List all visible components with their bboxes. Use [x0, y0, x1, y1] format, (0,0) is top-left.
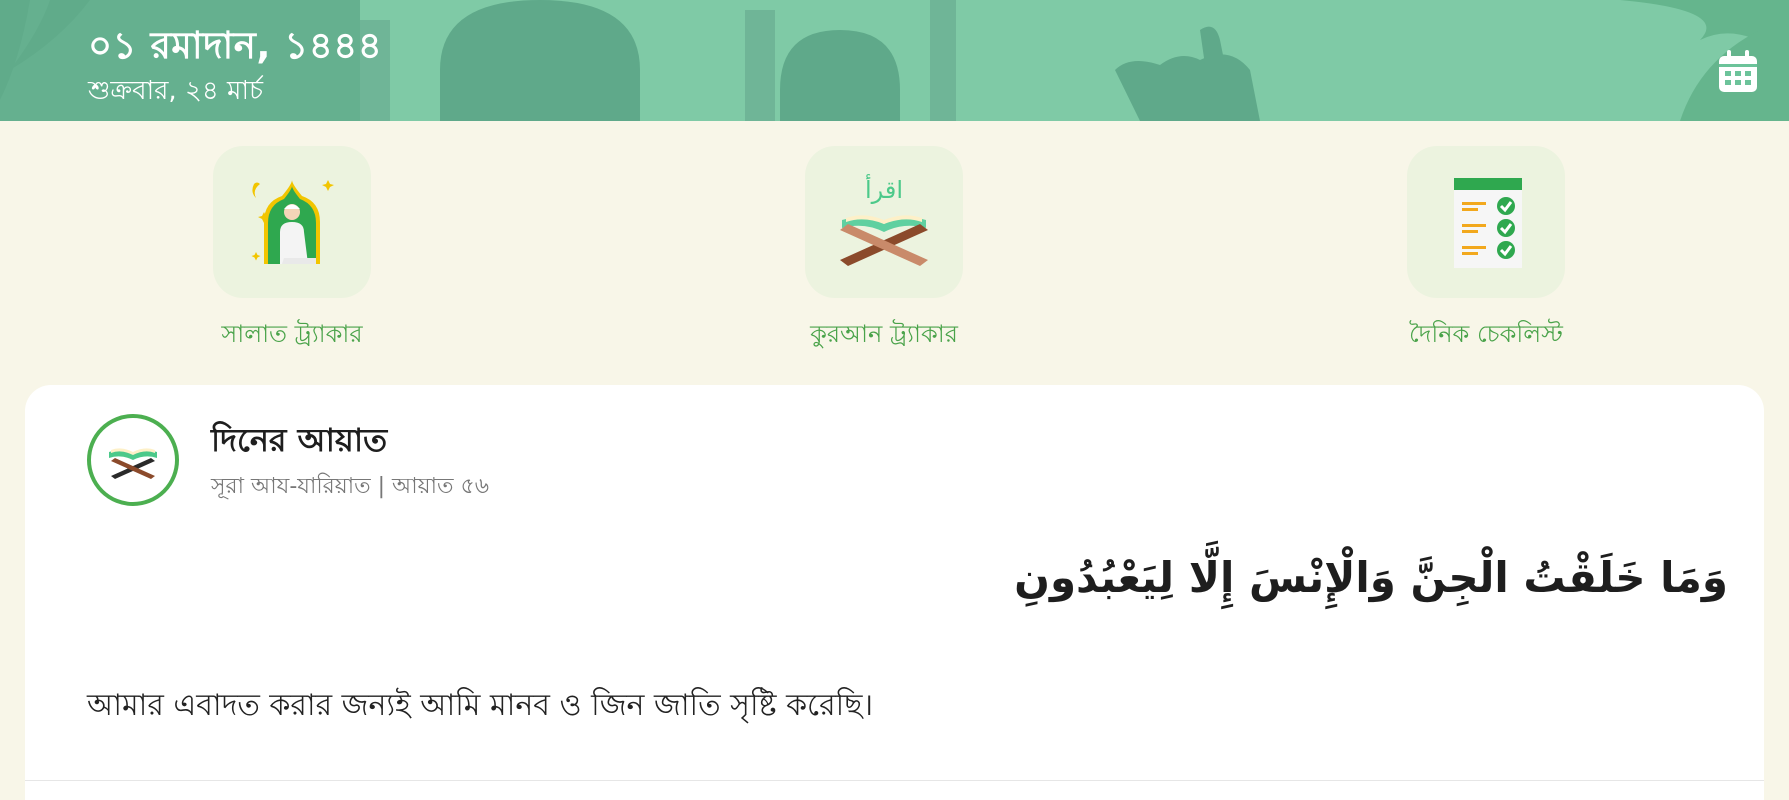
- calendar-icon[interactable]: [1718, 50, 1758, 94]
- tile-icon-box: [1407, 146, 1565, 298]
- weekday-date: শুক্রবার, ২৪ মার্চ: [88, 76, 264, 106]
- tile-label: দৈনিক চেকলিস্ট: [1409, 320, 1563, 348]
- iqra-text: اقرأ: [865, 174, 903, 204]
- tile-label: কুরআন ট্র্যাকার: [810, 320, 958, 348]
- tile-icon-box: اقرأ: [805, 146, 963, 298]
- ayah-translation: আমার এবাদত করার জন্যই আমি মানব ও জিন জাত…: [87, 688, 874, 723]
- tile-daily-checklist[interactable]: দৈনিক চেকলিস্ট: [1336, 146, 1636, 356]
- ayah-arabic-text: وَمَا خَلَقْتُ الْجِنَّ وَالْإِنْسَ إِلَ…: [1014, 553, 1728, 602]
- tile-quran-tracker[interactable]: اقرأ কুরআন ট্র্যাকার: [734, 146, 1034, 356]
- ayah-title: দিনের আয়াত: [211, 421, 388, 459]
- tile-icon-box: [213, 146, 371, 298]
- quran-book-icon: [87, 414, 179, 506]
- card-divider: [25, 780, 1764, 781]
- praying-person-icon: [251, 180, 334, 264]
- header-banner: ০১ রমাদান, ১৪৪৪ শুক্রবার, ২৪ মার্চ: [0, 0, 1789, 121]
- ayah-reference: সূরা আয-যারিয়াত | আয়াত ৫৬: [211, 474, 490, 499]
- quran-stand-icon: اقرأ: [840, 174, 928, 266]
- tile-salat-tracker[interactable]: সালাত ট্র্যাকার: [142, 146, 442, 356]
- checklist-icon: [1454, 178, 1522, 268]
- ayah-of-the-day-card[interactable]: দিনের আয়াত সূরা আয-যারিয়াত | আয়াত ৫৬ …: [25, 385, 1764, 800]
- tile-label: সালাত ট্র্যাকার: [221, 320, 363, 348]
